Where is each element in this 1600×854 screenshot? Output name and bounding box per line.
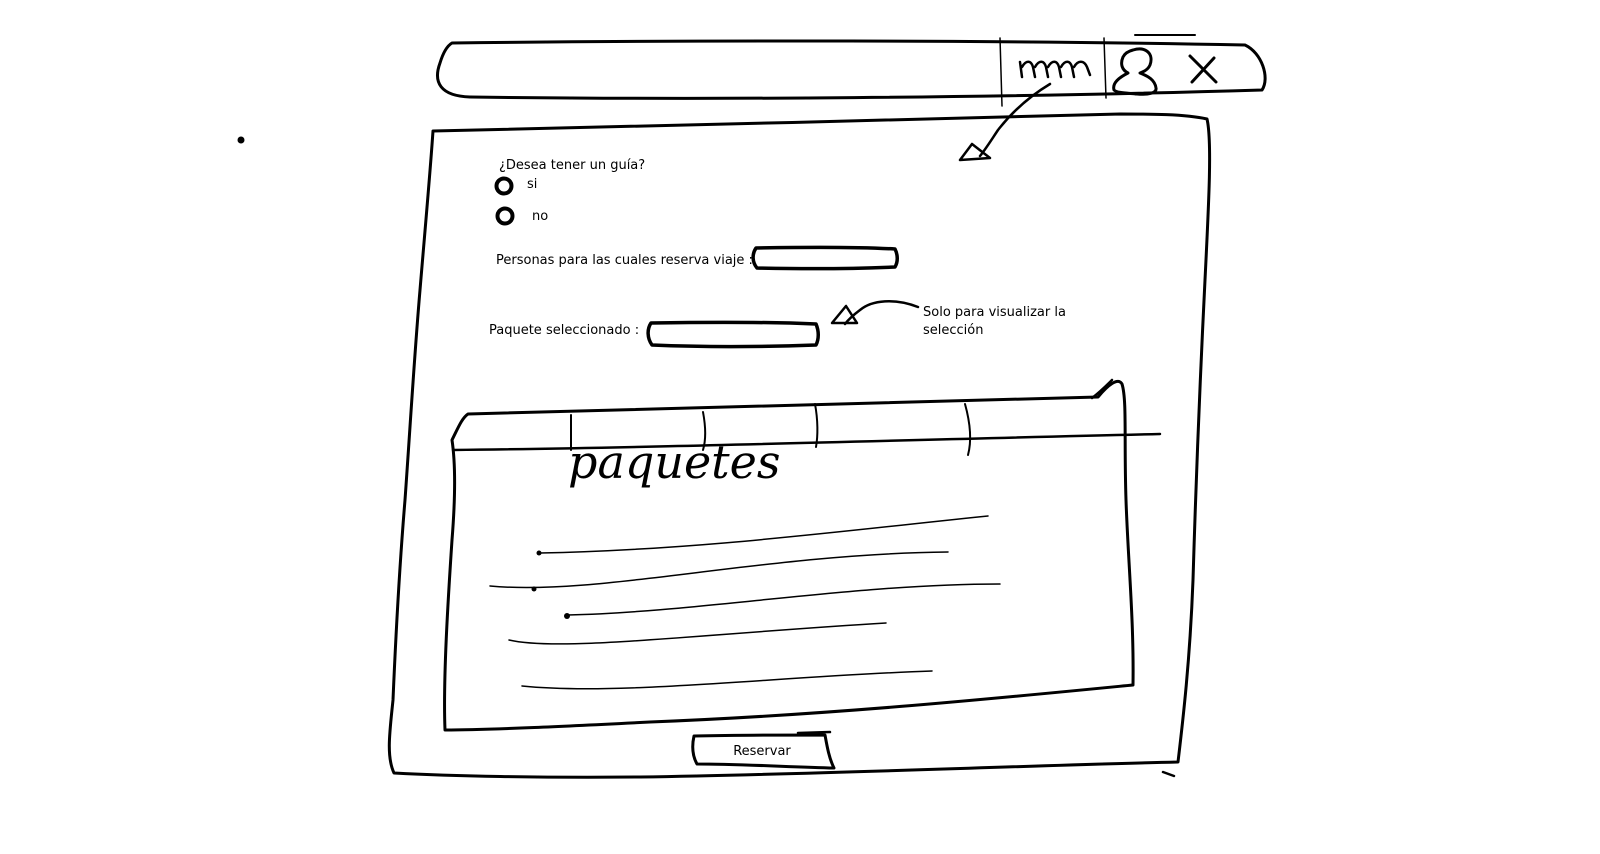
minimize-button[interactable]: nnn — [1010, 48, 1098, 90]
packages-panel-col-3 — [814, 403, 819, 448]
packages-title: paquetes — [568, 435, 781, 489]
packages-panel-header-line — [451, 432, 1162, 452]
reserve-button-top-extra — [796, 730, 832, 735]
package-label: Paquete seleccionado : — [489, 323, 640, 338]
wireframe-sketch — [237, 34, 1267, 779]
packages-panel-corner — [1090, 378, 1114, 400]
packages-panel-col-4 — [964, 403, 972, 456]
main-window-bottom-stub — [1161, 770, 1176, 778]
reserve-button[interactable]: Reservar — [697, 740, 827, 764]
persons-label: Personas para las cuales reserva viaje : — [496, 253, 753, 268]
packages-list[interactable] — [470, 500, 1110, 700]
annotation-note: Solo para visualizar la selección — [923, 305, 1066, 338]
guide-question: ¿Desea tener un guía? — [499, 158, 646, 173]
guide-option-no-label: no — [532, 209, 549, 224]
stray-dot — [237, 136, 245, 144]
user-button[interactable] — [1108, 44, 1164, 100]
package-input[interactable] — [649, 322, 819, 347]
title-bar-divider-2 — [1103, 37, 1107, 99]
radio-no-input[interactable] — [495, 206, 517, 228]
arrow-head-top — [958, 142, 992, 162]
persons-input[interactable] — [754, 247, 898, 269]
close-button[interactable]: X — [1180, 48, 1228, 90]
guide-option-si-label: si — [527, 177, 538, 192]
radio-si-input[interactable] — [494, 176, 516, 198]
